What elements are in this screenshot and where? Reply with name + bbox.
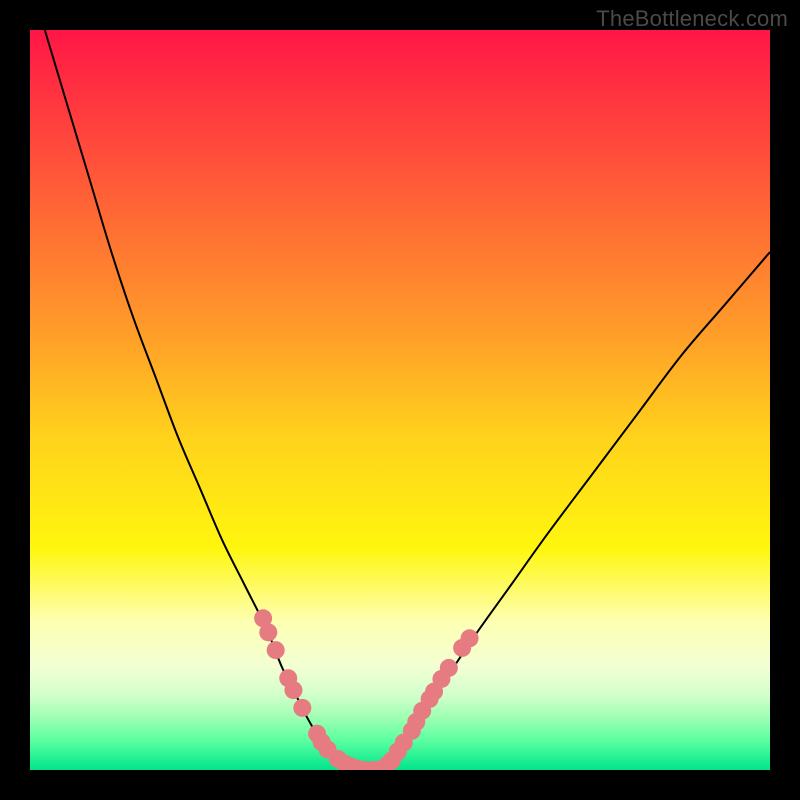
gpu-point (259, 623, 277, 641)
gpu-point (284, 681, 302, 699)
chart-svg (30, 30, 770, 770)
chart-frame: TheBottleneck.com (0, 0, 800, 800)
chart-plot-area (30, 30, 770, 770)
gpu-point (440, 659, 458, 677)
gpu-point (267, 641, 285, 659)
chart-background (30, 30, 770, 770)
watermark-text: TheBottleneck.com (596, 6, 788, 32)
gpu-point (293, 699, 311, 717)
gpu-point (461, 629, 479, 647)
